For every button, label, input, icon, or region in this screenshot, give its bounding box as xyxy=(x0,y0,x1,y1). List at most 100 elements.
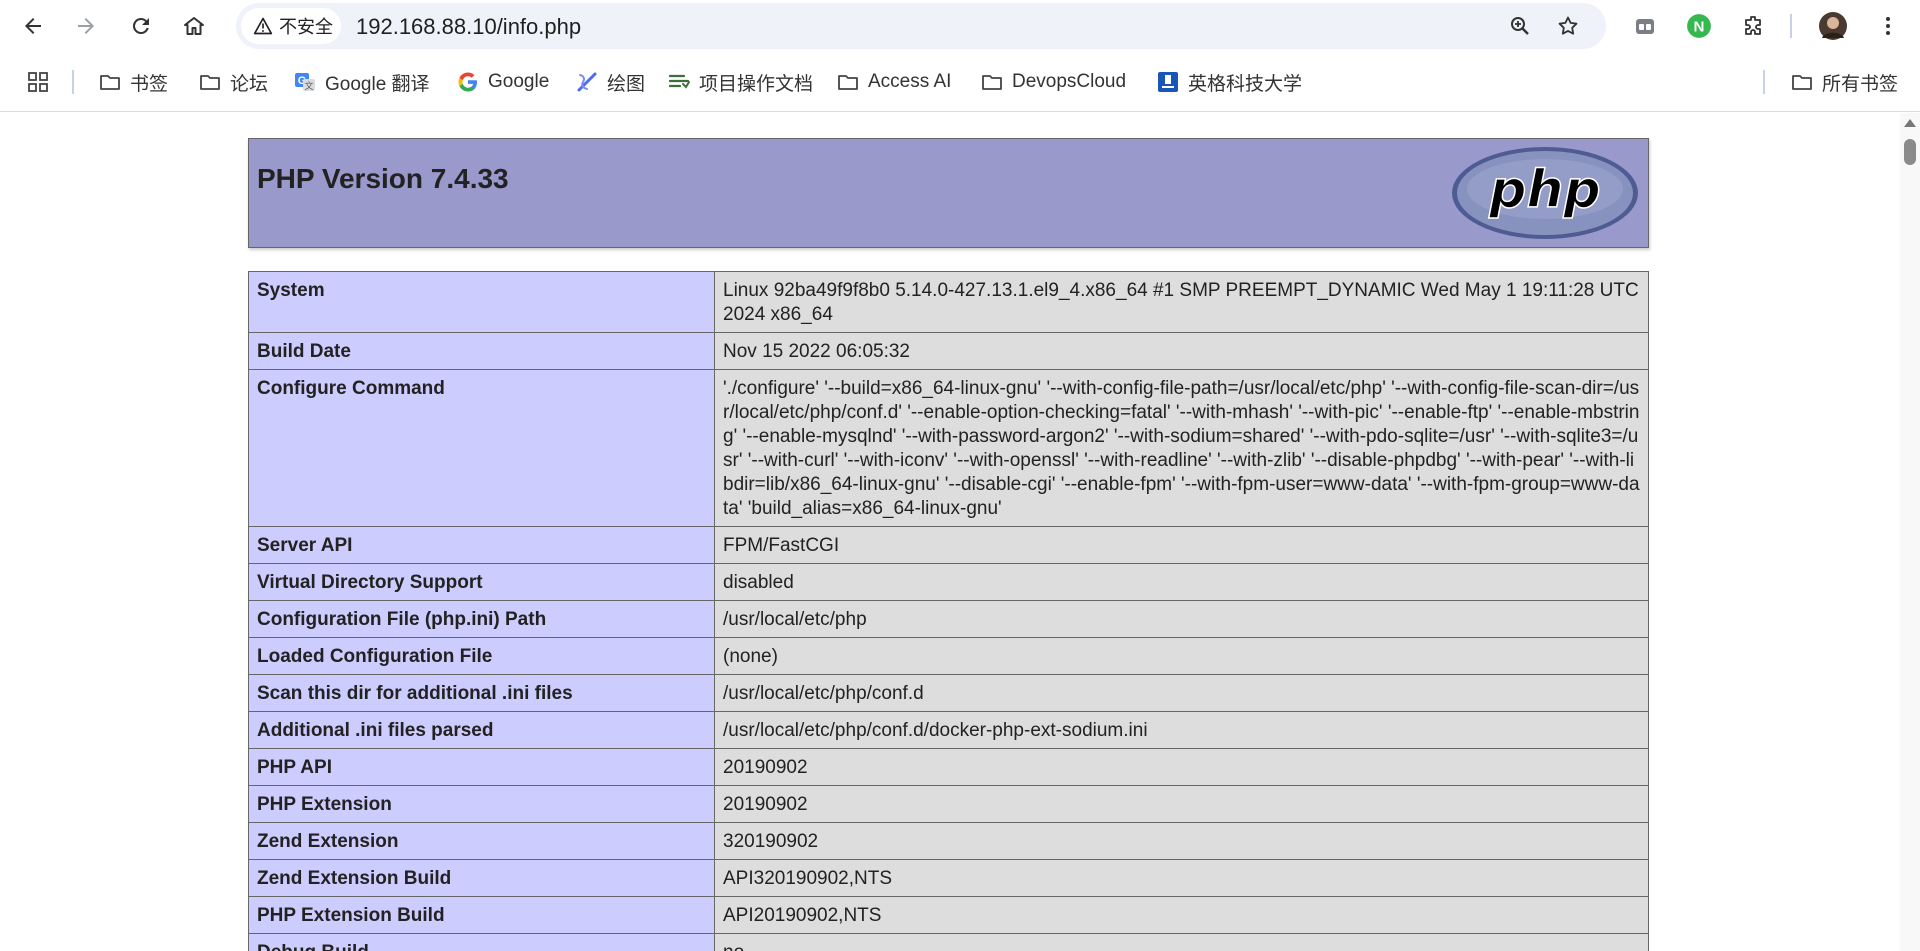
row-key: Server API xyxy=(248,526,715,564)
arrow-left-icon xyxy=(25,18,41,34)
bookmark-item[interactable]: DevopsCloud xyxy=(980,66,1126,98)
folder-icon xyxy=(982,75,1002,90)
row-value: no xyxy=(714,933,1649,951)
svg-text:文: 文 xyxy=(304,80,313,92)
row-value: (none) xyxy=(714,637,1649,675)
row-value: 320190902 xyxy=(714,822,1649,860)
site-icon xyxy=(1158,72,1178,92)
table-row: Scan this dir for additional .ini files /… xyxy=(248,674,1649,712)
star-icon xyxy=(1558,16,1578,35)
row-key: Build Date xyxy=(248,332,715,370)
extensions-menu-button[interactable] xyxy=(1738,11,1768,41)
row-value: /usr/local/etc/php/conf.d xyxy=(714,674,1649,712)
row-value: 20190902 xyxy=(714,785,1649,823)
reload-icon xyxy=(132,17,149,34)
folder-icon xyxy=(838,75,858,90)
phpinfo-table: System Linux 92ba49f9f8b0 5.14.0-427.13.1… xyxy=(248,271,1649,951)
n-extension-icon: N xyxy=(1687,14,1711,38)
row-key: Virtual Directory Support xyxy=(248,563,715,601)
folder-icon xyxy=(1792,75,1812,90)
extension-button-2[interactable]: N xyxy=(1684,11,1714,41)
php-logo: php xyxy=(1452,147,1638,239)
toolbar-divider xyxy=(1790,14,1792,38)
row-value: 20190902 xyxy=(714,748,1649,786)
bookmark-label: 论坛 xyxy=(230,73,269,95)
table-row: Configuration File (php.ini) Path/usr/lo… xyxy=(248,600,1649,638)
back-button[interactable] xyxy=(15,8,51,44)
forward-button[interactable] xyxy=(68,8,104,44)
bookmark-item[interactable]: 英格科技大学 xyxy=(1156,66,1302,98)
phpinfo-header: PHP Version 7.4.33 php xyxy=(248,138,1649,248)
browser-menu-button[interactable] xyxy=(1873,11,1903,41)
page-title: PHP Version 7.4.33 xyxy=(257,163,509,194)
bookmark-item[interactable]: 项目操作文档 xyxy=(667,66,813,98)
bookmark-item[interactable]: 绘图 xyxy=(575,66,645,98)
row-value: API320190902,NTS xyxy=(714,859,1649,897)
security-chip[interactable]: 不安全 xyxy=(241,8,341,44)
row-value: Linux 92ba49f9f8b0 5.14.0-427.13.1.el9_4… xyxy=(714,271,1649,333)
row-key: PHP Extension Build xyxy=(248,896,715,934)
all-bookmarks-button[interactable]: 所有书签 xyxy=(1790,66,1898,98)
row-value: API20190902,NTS xyxy=(714,896,1649,934)
home-button[interactable] xyxy=(176,8,212,44)
bookmark-label: Access AI xyxy=(868,71,952,92)
table-row: Build Date Nov 15 2022 06:05:32 xyxy=(248,332,1649,370)
bookmark-label: Google 翻译 xyxy=(325,73,430,95)
row-value: /usr/local/etc/php/conf.d/docker-php-ext… xyxy=(714,711,1649,749)
row-value: FPM/FastCGI xyxy=(714,526,1649,564)
all-bookmarks-label: 所有书签 xyxy=(1822,73,1899,95)
table-row: PHP API 20190902 xyxy=(248,748,1649,786)
bookmarks-divider xyxy=(1763,70,1765,94)
bookmark-item[interactable]: Google xyxy=(456,66,549,98)
extension-button-1[interactable] xyxy=(1630,11,1660,41)
google-translate-icon: G文 xyxy=(295,73,315,92)
folder-icon xyxy=(100,75,120,90)
home-icon xyxy=(184,17,204,35)
bookmark-item[interactable]: 书签 xyxy=(98,66,168,98)
apps-button[interactable] xyxy=(26,66,50,98)
browser-toolbar: 不安全 192.168.88.10/info.php N xyxy=(0,0,1920,52)
warning-icon xyxy=(253,17,273,35)
table-row: Zend Extension Build API320190902,NTS xyxy=(248,859,1649,897)
google-icon xyxy=(458,72,477,92)
bookmark-label: Google xyxy=(488,71,550,92)
row-key: Debug Build xyxy=(248,933,715,951)
row-key: PHP API xyxy=(248,748,715,786)
table-row: Loaded Configuration File (none) xyxy=(248,637,1649,675)
url-text[interactable]: 192.168.88.10/info.php xyxy=(356,14,581,40)
reload-button[interactable] xyxy=(123,8,159,44)
security-label: 不安全 xyxy=(279,17,333,37)
table-row: PHP Extension 20190902 xyxy=(248,785,1649,823)
bookmark-label: 英格科技大学 xyxy=(1188,73,1303,95)
bookmark-item[interactable]: 论坛 xyxy=(198,66,268,98)
zoom-button[interactable] xyxy=(1506,12,1534,40)
scrollbar-thumb[interactable] xyxy=(1904,139,1916,165)
vertical-scrollbar[interactable] xyxy=(1900,113,1920,951)
profile-avatar[interactable] xyxy=(1818,11,1848,41)
zoom-in-icon xyxy=(1511,17,1529,35)
row-key: Configuration File (php.ini) Path xyxy=(248,600,715,638)
row-key: Configure Command xyxy=(248,369,715,527)
bookmark-item[interactable]: G文 Google 翻译 xyxy=(293,66,430,98)
scroll-up-arrow-icon[interactable] xyxy=(1904,119,1916,127)
row-key: Additional .ini files parsed xyxy=(248,711,715,749)
draw-icon xyxy=(577,72,597,92)
table-row: Server API FPM/FastCGI xyxy=(248,526,1649,564)
bookmark-star-button[interactable] xyxy=(1554,12,1582,40)
row-value: './configure' '--build=x86_64-linux-gnu'… xyxy=(714,369,1649,527)
bookmark-label: 绘图 xyxy=(607,73,646,95)
svg-text:N: N xyxy=(1694,18,1705,35)
bookmark-label: DevopsCloud xyxy=(1012,71,1127,92)
page-viewport: PHP Version 7.4.33 php System Linux 92ba4… xyxy=(0,113,1900,951)
doc-icon xyxy=(668,74,690,89)
bookmark-label: 书签 xyxy=(130,73,169,95)
bookmarks-bar: 书签 论坛 G文 Google 翻译 Google 绘图 项目操作文档 Acce… xyxy=(0,52,1920,112)
table-row: Virtual Directory Support disabled xyxy=(248,563,1649,601)
address-bar[interactable]: 不安全 192.168.88.10/info.php xyxy=(236,3,1606,49)
row-key: Zend Extension Build xyxy=(248,859,715,897)
bookmark-item[interactable]: Access AI xyxy=(836,66,951,98)
table-row: Additional .ini files parsed/usr/local/e… xyxy=(248,711,1649,749)
incognito-extension-icon xyxy=(1636,19,1654,34)
table-row: Debug Buildno xyxy=(248,933,1649,951)
more-vert-icon xyxy=(1886,17,1890,35)
